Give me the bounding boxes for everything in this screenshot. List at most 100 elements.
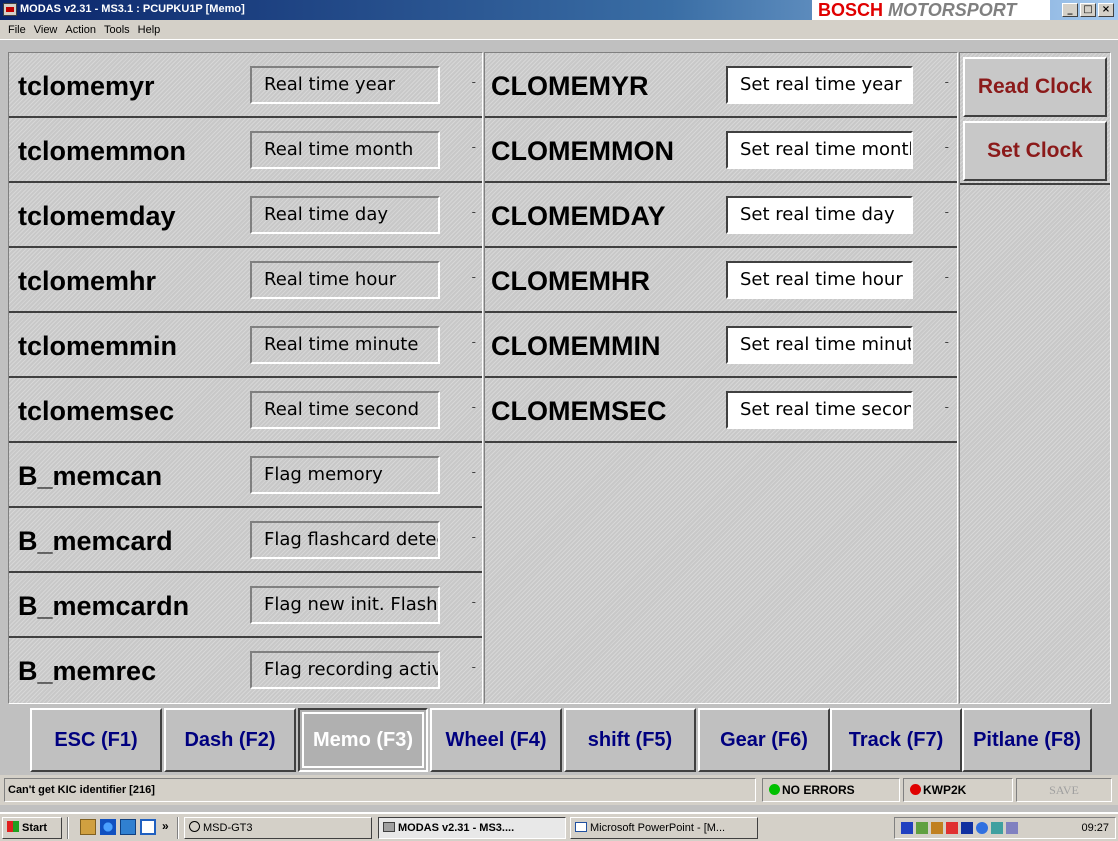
track-f7-button[interactable]: Track (F7) [830, 708, 962, 772]
dash-f2-button[interactable]: Dash (F2) [164, 708, 296, 772]
tray-icon-ati[interactable] [946, 822, 958, 834]
quick-launch-overflow-icon[interactable]: » [162, 819, 169, 833]
taskbar-separator [177, 817, 179, 839]
parameter-name: CLOMEMDAY [491, 201, 666, 231]
pitlane-f8-button[interactable]: Pitlane (F8) [962, 708, 1092, 772]
window-controls: _ □ × [1062, 3, 1114, 17]
channel-value: - [471, 205, 476, 219]
set-clock-button[interactable]: Set Clock [963, 121, 1107, 181]
brand-bosch: BOSCH [818, 0, 884, 20]
taskbar-item-label: MSD-GT3 [203, 822, 253, 834]
app-icon[interactable] [3, 3, 17, 16]
tray-icon-printer[interactable] [1006, 822, 1018, 834]
parameter-name: CLOMEMMON [491, 136, 674, 166]
function-key-bar: ESC (F1) Dash (F2) Memo (F3) Wheel (F4) … [30, 708, 1092, 773]
channel-name: B_memcard [18, 526, 173, 556]
channel-description: Real time year [250, 66, 440, 104]
windows-taskbar: Start » MSD-GT3 MODAS v2.31 - MS3.... Mi… [0, 812, 1118, 841]
channel-name: tclomemyr [18, 71, 155, 101]
gear-f6-button[interactable]: Gear (F6) [698, 708, 830, 772]
error-status-label: NO ERRORS [782, 783, 855, 797]
tray-clock[interactable]: 09:27 [1081, 818, 1109, 838]
quick-launch-icon[interactable] [140, 819, 156, 835]
parameter-input[interactable]: Set real time minute [726, 326, 913, 364]
channel-name: B_memcardn [18, 591, 190, 621]
memo-f3-button[interactable]: Memo (F3) [298, 708, 428, 772]
channel-value: - [471, 400, 476, 414]
channel-name: tclomemmin [18, 331, 178, 361]
taskbar-item-msd-gt3[interactable]: MSD-GT3 [184, 817, 372, 839]
wheel-f4-button[interactable]: Wheel (F4) [430, 708, 562, 772]
tray-icon-volume[interactable] [916, 822, 928, 834]
internet-explorer-icon[interactable] [100, 819, 116, 835]
channel-value: - [471, 270, 476, 284]
channel-row: B_memcan Flag memory - [9, 443, 482, 508]
start-label: Start [22, 822, 48, 834]
taskbar-item-modas[interactable]: MODAS v2.31 - MS3.... [378, 817, 566, 839]
parameter-input[interactable]: Set real time hour [726, 261, 913, 299]
parameter-row: CLOMEMYR Set real time year - [485, 53, 957, 118]
protocol-label: KWP2K [923, 783, 967, 797]
left-channel-panel: tclomemyr Real time year - tclomemmon Re… [8, 52, 483, 704]
channel-name: tclomemsec [18, 396, 175, 426]
divider [960, 183, 1110, 185]
taskbar-item-label: Microsoft PowerPoint - [M... [590, 822, 726, 834]
show-desktop-icon[interactable] [80, 819, 96, 835]
menu-file[interactable]: File [4, 20, 30, 39]
modas-app-icon [383, 822, 395, 832]
channel-value: - [471, 75, 476, 89]
tray-icon-network[interactable] [901, 822, 913, 834]
tray-icon-security[interactable] [931, 822, 943, 834]
parameter-name: CLOMEMMIN [491, 331, 661, 361]
parameter-name: CLOMEMHR [491, 266, 650, 296]
parameter-value: - [944, 400, 949, 414]
protocol-status[interactable]: KWP2K [903, 778, 1013, 802]
status-message: Can't get KIC identifier [216] [4, 778, 756, 802]
channel-description: Real time second [250, 391, 440, 429]
read-clock-button[interactable]: Read Clock [963, 57, 1107, 117]
system-tray: 09:27 [894, 817, 1116, 839]
channel-row: B_memcardn Flag new init. Flashc. - [9, 573, 482, 638]
tray-icon-language[interactable] [961, 822, 973, 834]
menu-tools[interactable]: Tools [100, 20, 134, 39]
error-status[interactable]: NO ERRORS [762, 778, 900, 802]
outlook-icon[interactable] [120, 819, 136, 835]
channel-value: - [471, 465, 476, 479]
red-status-dot-icon [910, 784, 921, 795]
taskbar-item-label: MODAS v2.31 - MS3.... [398, 822, 515, 834]
channel-description: Real time minute [250, 326, 440, 364]
menu-action[interactable]: Action [61, 20, 100, 39]
minimize-button[interactable]: _ [1062, 3, 1078, 17]
parameter-value: - [944, 75, 949, 89]
channel-value: - [471, 660, 476, 674]
parameter-row: CLOMEMHR Set real time hour - [485, 248, 957, 313]
parameter-input[interactable]: Set real time year [726, 66, 913, 104]
channel-row: B_memcard Flag flashcard detect. - [9, 508, 482, 573]
maximize-button[interactable]: □ [1080, 3, 1096, 17]
channel-value: - [471, 140, 476, 154]
tray-icon-app[interactable] [976, 822, 988, 834]
menu-view[interactable]: View [30, 20, 62, 39]
title-bar: MODAS v2.31 - MS3.1 : PCUPKU1P [Memo] BO… [0, 0, 1118, 20]
esc-f1-button[interactable]: ESC (F1) [30, 708, 162, 772]
save-button[interactable]: SAVE [1016, 778, 1112, 802]
close-button[interactable]: × [1098, 3, 1114, 17]
channel-value: - [471, 335, 476, 349]
shift-f5-button[interactable]: shift (F5) [564, 708, 696, 772]
channel-row: tclomemhr Real time hour - [9, 248, 482, 313]
parameter-value: - [944, 270, 949, 284]
parameter-row: CLOMEMMIN Set real time minute - [485, 313, 957, 378]
parameter-input[interactable]: Set real time day [726, 196, 913, 234]
menu-help[interactable]: Help [134, 20, 165, 39]
parameter-value: - [944, 140, 949, 154]
tray-icon-connection[interactable] [991, 822, 1003, 834]
parameter-input[interactable]: Set real time month [726, 131, 913, 169]
parameter-input[interactable]: Set real time second [726, 391, 913, 429]
status-bar: Can't get KIC identifier [216] NO ERRORS… [0, 775, 1118, 805]
windows-logo-icon [7, 821, 19, 832]
channel-row: B_memrec Flag recording active - [9, 638, 482, 703]
parameter-row: CLOMEMDAY Set real time day - [485, 183, 957, 248]
powerpoint-icon [575, 822, 587, 832]
taskbar-item-powerpoint[interactable]: Microsoft PowerPoint - [M... [570, 817, 758, 839]
start-button[interactable]: Start [2, 817, 62, 839]
